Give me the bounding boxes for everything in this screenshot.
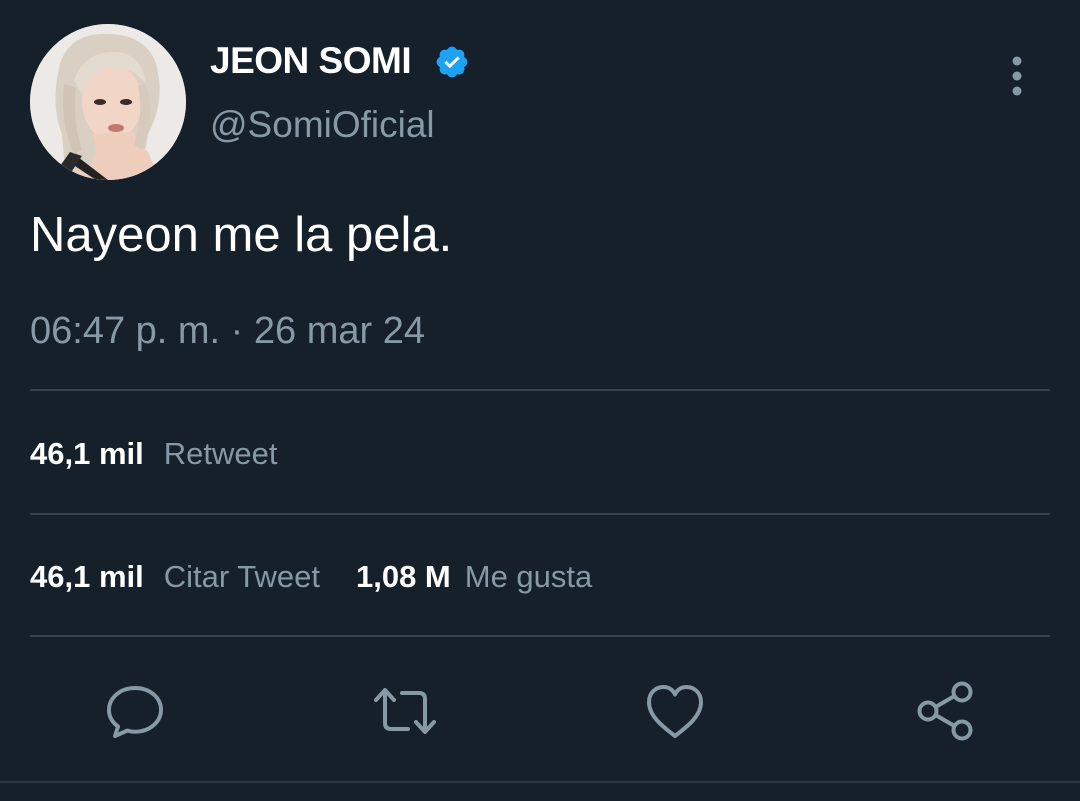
retweet-icon[interactable] <box>370 676 440 746</box>
like-stat[interactable]: 1,08 M Me gusta <box>356 559 592 594</box>
quote-count: 46,1 mil <box>30 559 144 594</box>
quote-stat[interactable]: 46,1 mil Citar Tweet <box>30 559 320 594</box>
reply-icon[interactable] <box>100 676 170 746</box>
like-icon[interactable] <box>640 676 710 746</box>
verified-badge-icon <box>436 46 468 78</box>
divider <box>30 513 1050 515</box>
divider <box>30 389 1050 391</box>
divider <box>30 635 1050 637</box>
share-icon[interactable] <box>910 676 980 746</box>
retweet-stats[interactable]: 46,1 mil Retweet <box>30 436 277 472</box>
user-handle[interactable]: @SomiOficial <box>210 104 435 146</box>
quote-label: Citar Tweet <box>163 559 320 594</box>
tweet-detail: JEON SOMI @SomiOficial Nayeon me la pela… <box>0 0 1080 801</box>
tweet-text: Nayeon me la pela. <box>30 208 453 262</box>
display-name[interactable]: JEON SOMI <box>210 40 412 82</box>
more-options-icon[interactable] <box>1003 55 1031 97</box>
like-label: Me gusta <box>464 559 593 594</box>
retweet-label: Retweet <box>163 436 278 471</box>
quote-like-stats: 46,1 mil Citar Tweet 1,08 M Me gusta <box>30 559 592 595</box>
tweet-timestamp[interactable]: 06:47 p. m. · 26 mar 24 <box>30 310 425 353</box>
retweet-count: 46,1 mil <box>30 436 144 471</box>
like-count: 1,08 M <box>355 559 451 594</box>
avatar[interactable] <box>30 24 186 180</box>
bottom-divider <box>0 781 1080 783</box>
